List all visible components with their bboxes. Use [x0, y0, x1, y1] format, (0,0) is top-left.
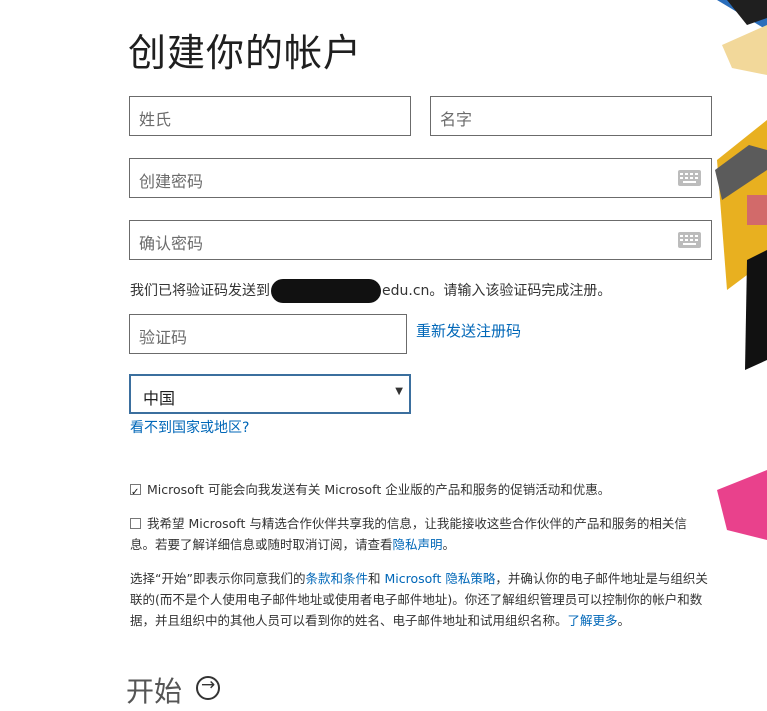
legal-end: 。	[617, 613, 631, 628]
confirm-password-placeholder: 确认密码	[139, 234, 204, 253]
promo-consent-checkbox[interactable]	[130, 482, 141, 503]
first-name-field[interactable]: 名字	[430, 96, 712, 136]
verification-message-suffix: 。请输入该验证码完成注册。	[429, 283, 612, 299]
terms-link[interactable]: 条款和条件	[305, 571, 368, 586]
verification-message: 我们已将验证码发送到 edu.cn。请输入该验证码完成注册。	[130, 279, 611, 303]
privacy-policy-link[interactable]: Microsoft 隐私策略	[384, 571, 495, 586]
confirm-password-field[interactable]: 确认密码	[129, 220, 712, 260]
start-button-label[interactable]: 开始	[126, 670, 182, 710]
learn-more-link[interactable]: 了解更多	[568, 613, 618, 628]
password-placeholder: 创建密码	[139, 172, 204, 191]
verification-message-prefix: 我们已将验证码发送到	[130, 283, 270, 299]
verification-code-field[interactable]: 验证码	[129, 314, 407, 354]
last-name-placeholder: 姓氏	[139, 110, 172, 129]
legal-text: 选择“开始”即表示你同意我们的条款和条件和 Microsoft 隐私策略，并确认…	[130, 568, 710, 631]
first-name-placeholder: 名字	[440, 110, 473, 129]
promo-consent-row: Microsoft 可能会向我发送有关 Microsoft 企业版的产品和服务的…	[130, 479, 710, 503]
legal-part1: 选择“开始”即表示你同意我们的	[130, 571, 306, 586]
keyboard-icon[interactable]	[678, 232, 701, 248]
resend-code-link[interactable]: 重新发送注册码	[416, 320, 521, 341]
email-suffix: edu.cn	[382, 283, 430, 299]
redacted-email	[271, 279, 381, 303]
promo-consent-label: Microsoft 可能会向我发送有关 Microsoft 企业版的产品和服务的…	[147, 482, 611, 497]
country-missing-link[interactable]: 看不到国家或地区?	[130, 417, 249, 437]
country-select[interactable]: 中国 ▼	[129, 374, 411, 414]
partner-consent-checkbox[interactable]	[130, 518, 141, 529]
legal-and: 和	[367, 571, 381, 586]
code-placeholder: 验证码	[139, 328, 188, 347]
country-selected-value: 中国	[143, 389, 176, 408]
privacy-statement-link[interactable]: 隐私声明	[393, 537, 443, 552]
last-name-field[interactable]: 姓氏	[129, 96, 411, 136]
keyboard-icon[interactable]	[678, 170, 701, 186]
page-title: 创建你的帐户	[128, 31, 363, 75]
arrow-right-circle-icon[interactable]: →	[196, 675, 220, 700]
password-field[interactable]: 创建密码	[129, 158, 712, 198]
chevron-down-icon: ▼	[395, 386, 403, 397]
partner-consent-end: 。	[442, 537, 456, 552]
partner-consent-row: 我希望 Microsoft 与精选合作伙伴共享我的信息，让我能接收这些合作伙伴的…	[130, 513, 710, 555]
